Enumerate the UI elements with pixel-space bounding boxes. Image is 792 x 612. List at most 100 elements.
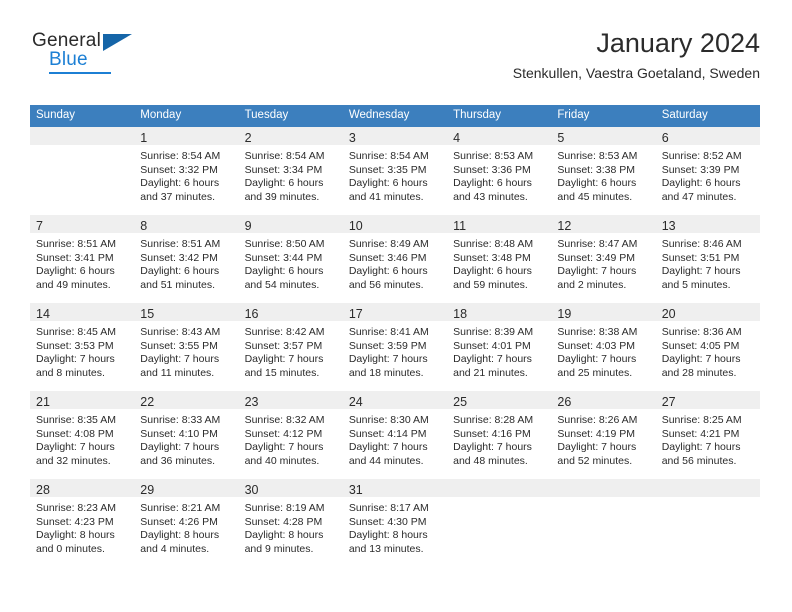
daylight-text-line1: Daylight: 6 hours xyxy=(557,177,637,190)
sunrise-text: Sunrise: 8:32 AM xyxy=(244,414,325,426)
daylight-text-line1: Daylight: 7 hours xyxy=(661,265,741,278)
sunset-text: Sunset: 3:55 PM xyxy=(140,339,218,352)
triangle-flag-icon xyxy=(103,34,132,51)
day-cell-content: 30 Sunrise: 8:19 AM Sunset: 4:28 PM Dayligh… xyxy=(238,479,343,565)
calendar-day-cell[interactable]: 3 Sunrise: 8:54 AM Sunset: 3:35 PM Daylight… xyxy=(342,127,448,213)
calendar-week-row: 7 Sunrise: 8:51 AM Sunset: 3:41 PM Daylight… xyxy=(30,215,760,301)
sunset-text: Sunset: 3:48 PM xyxy=(453,251,531,264)
calendar-day-cell[interactable]: 9 Sunrise: 8:50 AM Sunset: 3:44 PM Daylight… xyxy=(238,215,343,301)
brand-underline xyxy=(49,72,111,74)
day-number-band: 31 xyxy=(342,479,448,497)
calendar-day-cell[interactable]: 11 Sunrise: 8:48 AM Sunset: 3:48 PM Dayligh… xyxy=(447,215,552,301)
calendar-day-cell[interactable]: 19 Sunrise: 8:38 AM Sunset: 4:03 PM Dayligh… xyxy=(551,303,656,389)
daylight-text-line2: and 15 minutes. xyxy=(244,366,320,379)
daylight-text-line1: Daylight: 6 hours xyxy=(244,177,324,190)
sunrise-text: Sunrise: 8:35 AM xyxy=(36,414,116,426)
daylight-text-line1: Daylight: 6 hours xyxy=(453,265,532,278)
sunset-text: Sunset: 3:51 PM xyxy=(661,251,740,264)
daylight-text-line2: and 47 minutes. xyxy=(661,190,737,203)
day-number-band: 17 xyxy=(342,303,448,321)
daylight-text-line1: Daylight: 7 hours xyxy=(36,441,115,454)
day-number-band xyxy=(30,127,135,145)
calendar-day-cell[interactable]: 15 Sunrise: 8:43 AM Sunset: 3:55 PM Dayligh… xyxy=(134,303,239,389)
day-number: 25 xyxy=(453,395,468,409)
day-number-band: 9 xyxy=(238,215,343,233)
daylight-text-line1: Daylight: 7 hours xyxy=(453,353,532,366)
sunrise-text: Sunrise: 8:52 AM xyxy=(661,150,742,162)
daylight-text-line1: Daylight: 6 hours xyxy=(453,177,532,190)
daylight-text-line1: Daylight: 7 hours xyxy=(140,441,220,454)
day-number-band: 19 xyxy=(551,303,656,321)
day-number-band: 30 xyxy=(238,479,343,497)
sunrise-text: Sunrise: 8:53 AM xyxy=(557,150,638,162)
day-cell-content xyxy=(655,479,760,565)
calendar-day-cell[interactable]: 18 Sunrise: 8:39 AM Sunset: 4:01 PM Dayligh… xyxy=(447,303,552,389)
sun-info: Sunrise: 8:46 AM Sunset: 3:51 PM Daylight:… xyxy=(656,233,760,292)
calendar-week-row: 14 Sunrise: 8:45 AM Sunset: 3:53 PM Dayligh… xyxy=(30,303,760,389)
calendar-day-cell[interactable]: 17 Sunrise: 8:41 AM Sunset: 3:59 PM Dayligh… xyxy=(342,303,448,389)
day-number-band: 24 xyxy=(342,391,448,409)
calendar-day-cell[interactable]: 28 Sunrise: 8:23 AM Sunset: 4:23 PM Dayligh… xyxy=(30,479,135,565)
day-cell-content: 15 Sunrise: 8:43 AM Sunset: 3:55 PM Dayligh… xyxy=(134,303,239,389)
sun-info: Sunrise: 8:25 AM Sunset: 4:21 PM Daylight:… xyxy=(656,409,760,468)
sunset-text: Sunset: 3:46 PM xyxy=(348,251,427,264)
calendar-day-cell[interactable]: 5 Sunrise: 8:53 AM Sunset: 3:38 PM Daylight… xyxy=(551,127,656,213)
sun-info: Sunrise: 8:38 AM Sunset: 4:03 PM Daylight:… xyxy=(551,321,655,380)
calendar-day-cell[interactable]: 10 Sunrise: 8:49 AM Sunset: 3:46 PM Dayligh… xyxy=(342,215,448,301)
calendar-day-cell[interactable]: 29 Sunrise: 8:21 AM Sunset: 4:26 PM Dayligh… xyxy=(134,479,239,565)
daylight-text-line1: Daylight: 8 hours xyxy=(36,529,115,542)
calendar-day-cell[interactable]: 23 Sunrise: 8:32 AM Sunset: 4:12 PM Dayligh… xyxy=(238,391,343,477)
daylight-text-line1: Daylight: 7 hours xyxy=(557,353,637,366)
sunset-text: Sunset: 4:23 PM xyxy=(36,515,114,528)
sunrise-text: Sunrise: 8:36 AM xyxy=(661,326,742,338)
calendar-day-cell[interactable]: 1 Sunrise: 8:54 AM Sunset: 3:32 PM Daylight… xyxy=(134,127,239,213)
calendar-day-cell[interactable]: 8 Sunrise: 8:51 AM Sunset: 3:42 PM Daylight… xyxy=(134,215,239,301)
daylight-text-line2: and 5 minutes. xyxy=(661,278,731,291)
day-number-band: 22 xyxy=(134,391,239,409)
calendar-day-cell[interactable]: 27 Sunrise: 8:25 AM Sunset: 4:21 PM Dayligh… xyxy=(655,391,760,477)
weekday-header-thursday: Thursday xyxy=(447,105,552,127)
day-cell-content: 16 Sunrise: 8:42 AM Sunset: 3:57 PM Dayligh… xyxy=(238,303,343,389)
calendar-day-cell[interactable]: 21 Sunrise: 8:35 AM Sunset: 4:08 PM Dayligh… xyxy=(30,391,135,477)
calendar-day-cell[interactable]: 13 Sunrise: 8:46 AM Sunset: 3:51 PM Dayligh… xyxy=(655,215,760,301)
sunrise-text: Sunrise: 8:17 AM xyxy=(348,502,429,514)
day-number: 9 xyxy=(244,219,252,233)
calendar-day-cell[interactable]: 30 Sunrise: 8:19 AM Sunset: 4:28 PM Dayligh… xyxy=(238,479,343,565)
daylight-text-line2: and 11 minutes. xyxy=(140,366,215,379)
day-cell-content: 22 Sunrise: 8:33 AM Sunset: 4:10 PM Dayligh… xyxy=(134,391,239,477)
day-number-band: 28 xyxy=(30,479,135,497)
calendar-day-cell[interactable]: 20 Sunrise: 8:36 AM Sunset: 4:05 PM Dayligh… xyxy=(655,303,760,389)
general-blue-logo[interactable]: General Blue xyxy=(32,30,152,76)
daylight-text-line2: and 8 minutes. xyxy=(36,366,105,379)
sunrise-text: Sunrise: 8:46 AM xyxy=(661,238,742,250)
calendar-day-cell[interactable]: 16 Sunrise: 8:42 AM Sunset: 3:57 PM Dayligh… xyxy=(238,303,343,389)
daylight-text-line1: Daylight: 7 hours xyxy=(348,441,428,454)
calendar-day-cell[interactable]: 26 Sunrise: 8:26 AM Sunset: 4:19 PM Dayligh… xyxy=(551,391,656,477)
calendar-day-cell[interactable]: 14 Sunrise: 8:45 AM Sunset: 3:53 PM Dayligh… xyxy=(30,303,135,389)
calendar-day-cell[interactable]: 7 Sunrise: 8:51 AM Sunset: 3:41 PM Daylight… xyxy=(30,215,135,301)
sunset-text: Sunset: 4:05 PM xyxy=(661,339,740,352)
calendar-day-cell[interactable]: 22 Sunrise: 8:33 AM Sunset: 4:10 PM Dayligh… xyxy=(134,391,239,477)
calendar-day-cell[interactable]: 25 Sunrise: 8:28 AM Sunset: 4:16 PM Dayligh… xyxy=(447,391,552,477)
weekday-header-saturday: Saturday xyxy=(655,105,760,127)
day-cell-content: 18 Sunrise: 8:39 AM Sunset: 4:01 PM Dayligh… xyxy=(447,303,552,389)
day-number: 13 xyxy=(661,219,676,233)
daylight-text-line2: and 32 minutes. xyxy=(36,454,111,467)
page-subtitle: Stenkullen, Vaestra Goetaland, Sweden xyxy=(512,65,760,81)
calendar-day-cell[interactable]: 31 Sunrise: 8:17 AM Sunset: 4:30 PM Dayligh… xyxy=(342,479,448,565)
calendar-day-cell[interactable]: 4 Sunrise: 8:53 AM Sunset: 3:36 PM Daylight… xyxy=(447,127,552,213)
day-number-band: 8 xyxy=(134,215,239,233)
day-cell-content: 21 Sunrise: 8:35 AM Sunset: 4:08 PM Dayligh… xyxy=(30,391,135,477)
calendar-day-cell[interactable]: 2 Sunrise: 8:54 AM Sunset: 3:34 PM Daylight… xyxy=(238,127,343,213)
sunrise-text: Sunrise: 8:54 AM xyxy=(348,150,429,162)
calendar-day-cell[interactable]: 24 Sunrise: 8:30 AM Sunset: 4:14 PM Dayligh… xyxy=(342,391,448,477)
day-cell-content: 31 Sunrise: 8:17 AM Sunset: 4:30 PM Dayligh… xyxy=(342,479,448,565)
sun-info: Sunrise: 8:28 AM Sunset: 4:16 PM Daylight:… xyxy=(447,409,551,468)
calendar-day-cell[interactable]: 12 Sunrise: 8:47 AM Sunset: 3:49 PM Dayligh… xyxy=(551,215,656,301)
day-number: 14 xyxy=(36,307,50,321)
sun-info: Sunrise: 8:17 AM Sunset: 4:30 PM Daylight:… xyxy=(343,497,447,556)
day-cell-content: 4 Sunrise: 8:53 AM Sunset: 3:36 PM Daylight… xyxy=(447,127,552,213)
day-cell-content: 20 Sunrise: 8:36 AM Sunset: 4:05 PM Dayligh… xyxy=(655,303,760,389)
day-cell-content: 10 Sunrise: 8:49 AM Sunset: 3:46 PM Dayligh… xyxy=(342,215,448,301)
calendar-day-cell[interactable]: 6 Sunrise: 8:52 AM Sunset: 3:39 PM Daylight… xyxy=(655,127,760,213)
